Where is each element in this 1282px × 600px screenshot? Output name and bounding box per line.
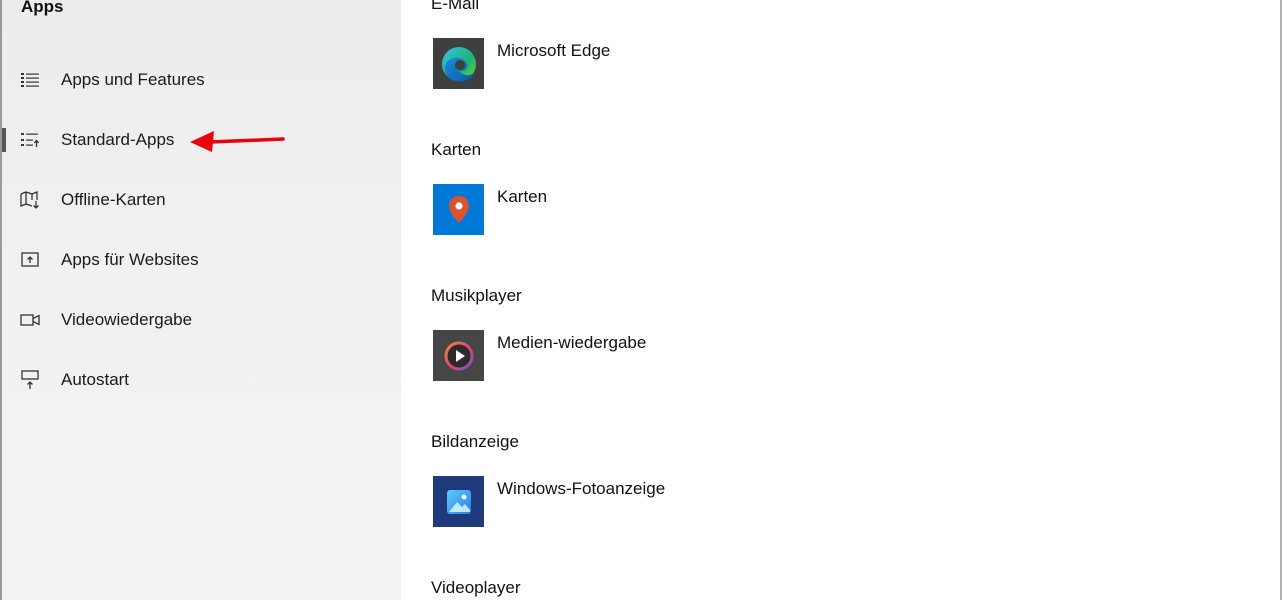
selected-indicator (2, 128, 6, 152)
list-icon (20, 70, 40, 90)
sidebar-item-offline-karten[interactable]: Offline-Karten (2, 178, 401, 222)
sidebar-item-label: Apps und Features (61, 70, 205, 89)
section-title-email: E-Mail (431, 0, 480, 13)
edge-icon (433, 38, 484, 89)
app-name: Microsoft Edge (497, 41, 611, 60)
default-apps-icon (20, 130, 40, 150)
sidebar-item-apps-fuer-websites[interactable]: Apps für Websites (2, 238, 401, 282)
red-arrow-annotation (190, 131, 285, 152)
photo-viewer-icon (433, 476, 484, 527)
app-name: Karten (497, 187, 548, 206)
sidebar: Apps Apps und Features Standard-Apps Off… (2, 0, 401, 600)
web-app-icon (20, 250, 40, 270)
sidebar-item-videowiedergabe[interactable]: Videowiedergabe (2, 298, 401, 342)
sidebar-heading: Apps (21, 0, 64, 16)
email-app-button[interactable]: Microsoft Edge (433, 38, 610, 90)
sidebar-item-label: Apps für Websites (61, 250, 199, 269)
default-apps-content: E-Mail Microsoft Edge Karten Karten Musi… (401, 0, 1280, 600)
maps-app-button[interactable]: Karten (433, 184, 547, 236)
sidebar-item-label: Videowiedergabe (61, 310, 193, 329)
section-title-karten: Karten (431, 140, 482, 159)
photo-viewer-app-button[interactable]: Windows-Fotoanzeige (433, 476, 665, 528)
sidebar-item-label: Autostart (61, 370, 130, 389)
sidebar-item-autostart[interactable]: Autostart (2, 358, 401, 402)
music-player-app-button[interactable]: Medien-wiedergabe (433, 330, 646, 382)
video-icon (20, 310, 40, 330)
sidebar-item-label: Offline-Karten (61, 190, 166, 209)
sidebar-item-label: Standard-Apps (61, 130, 175, 149)
maps-icon (433, 184, 484, 235)
startup-icon (20, 370, 40, 390)
offline-map-icon (20, 190, 40, 210)
media-player-icon (433, 330, 484, 381)
app-name: Windows-Fotoanzeige (497, 479, 666, 498)
section-title-videoplayer: Videoplayer (431, 578, 521, 597)
section-title-musikplayer: Musikplayer (431, 286, 522, 305)
section-title-bildanzeige: Bildanzeige (431, 432, 519, 451)
app-name: Medien-wiedergabe (497, 333, 647, 352)
sidebar-item-apps-und-features[interactable]: Apps und Features (2, 58, 401, 102)
